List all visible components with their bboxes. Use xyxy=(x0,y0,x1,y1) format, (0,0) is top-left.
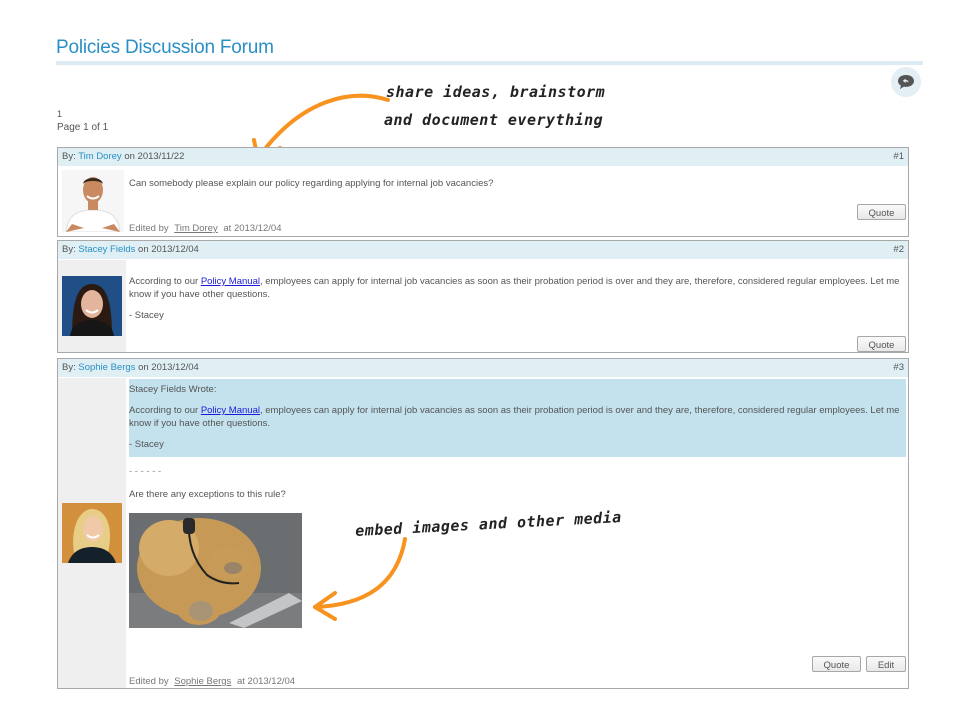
policy-manual-link[interactable]: Policy Manual xyxy=(201,276,260,287)
post-number: #3 xyxy=(893,362,904,373)
post-body: Are there any exceptions to this rule? xyxy=(129,489,286,500)
avatar-sophie-bergs-image xyxy=(62,503,122,563)
quoted-post: Stacey Fields Wrote: According to our Po… xyxy=(129,379,906,457)
post-author-link[interactable]: Stacey Fields xyxy=(78,244,135,255)
chat-bubble-icon xyxy=(898,75,914,89)
post-signature: - Stacey xyxy=(129,310,164,321)
edited-at-label: at xyxy=(236,676,245,687)
on-label: on xyxy=(124,151,135,162)
post-header: By: Stacey Fields on 2013/12/04 #2 xyxy=(58,241,908,260)
post-header: By: Sophie Bergs on 2013/12/04 #3 xyxy=(58,359,908,378)
post-header: By: Tim Dorey on 2013/11/22 #1 xyxy=(58,148,908,167)
avatar-stacey-fields-image xyxy=(62,276,122,336)
edited-label: Edited by xyxy=(129,676,169,687)
teddy-bear-image xyxy=(129,513,302,628)
post-date: 2013/11/22 xyxy=(137,151,185,162)
page-number-link[interactable]: 1 xyxy=(57,109,62,119)
post-body: According to our Policy Manual, employee… xyxy=(129,275,906,301)
quote-button[interactable]: Quote xyxy=(857,336,906,352)
post-date: 2013/12/04 xyxy=(151,362,199,373)
post-author-link[interactable]: Tim Dorey xyxy=(78,151,121,162)
edited-by-link[interactable]: Tim Dorey xyxy=(174,223,217,234)
post-number: #1 xyxy=(893,151,904,162)
policy-manual-link[interactable]: Policy Manual xyxy=(201,405,260,416)
annotation-arrow-bottom xyxy=(313,537,407,621)
edited-at-label: at xyxy=(223,223,232,234)
edited-by-link[interactable]: Sophie Bergs xyxy=(174,676,231,687)
edit-button[interactable]: Edit xyxy=(866,656,906,672)
by-label: By: xyxy=(62,362,76,373)
forum-post: By: Tim Dorey on 2013/11/22 #1 Can someb… xyxy=(57,147,909,237)
annotation-top-line2: and document everything xyxy=(384,111,604,129)
quote-header: Stacey Fields Wrote: xyxy=(129,384,217,395)
post-author-link[interactable]: Sophie Bergs xyxy=(78,362,135,373)
avatar xyxy=(62,503,122,563)
quote-button[interactable]: Quote xyxy=(812,656,861,672)
page-title: Policies Discussion Forum xyxy=(56,37,274,58)
edited-label: Edited by xyxy=(129,223,169,234)
edited-info: Edited by Tim Dorey at 2013/12/04 xyxy=(129,223,282,234)
quote-signature: - Stacey xyxy=(129,439,164,450)
quote-button[interactable]: Quote xyxy=(857,204,906,220)
body-text: According to our xyxy=(129,276,201,287)
post-body: Can somebody please explain our policy r… xyxy=(129,178,494,189)
forum-post: By: Stacey Fields on 2013/12/04 #2 Accor… xyxy=(57,240,909,353)
quote-body: According to our Policy Manual, employee… xyxy=(129,404,906,430)
avatar-tim-dorey-image xyxy=(62,170,124,232)
separator: - - - - - - xyxy=(129,466,162,477)
on-label: on xyxy=(138,244,149,255)
edited-date: 2013/12/04 xyxy=(247,676,296,687)
quote-text: According to our xyxy=(129,405,201,416)
page-indicator: Page 1 of 1 xyxy=(57,122,109,133)
embedded-image[interactable] xyxy=(129,513,302,628)
edited-info: Edited by Sophie Bergs at 2013/12/04 xyxy=(129,676,295,687)
avatar xyxy=(62,276,122,336)
edited-date: 2013/12/04 xyxy=(233,223,282,234)
post-number: #2 xyxy=(893,244,904,255)
by-label: By: xyxy=(62,244,76,255)
on-label: on xyxy=(138,362,149,373)
by-label: By: xyxy=(62,151,76,162)
title-divider xyxy=(56,61,923,65)
avatar xyxy=(62,170,124,232)
annotation-top-line1: share ideas, brainstorm xyxy=(386,83,606,101)
post-date: 2013/12/04 xyxy=(151,244,199,255)
new-topic-button[interactable] xyxy=(891,67,921,97)
